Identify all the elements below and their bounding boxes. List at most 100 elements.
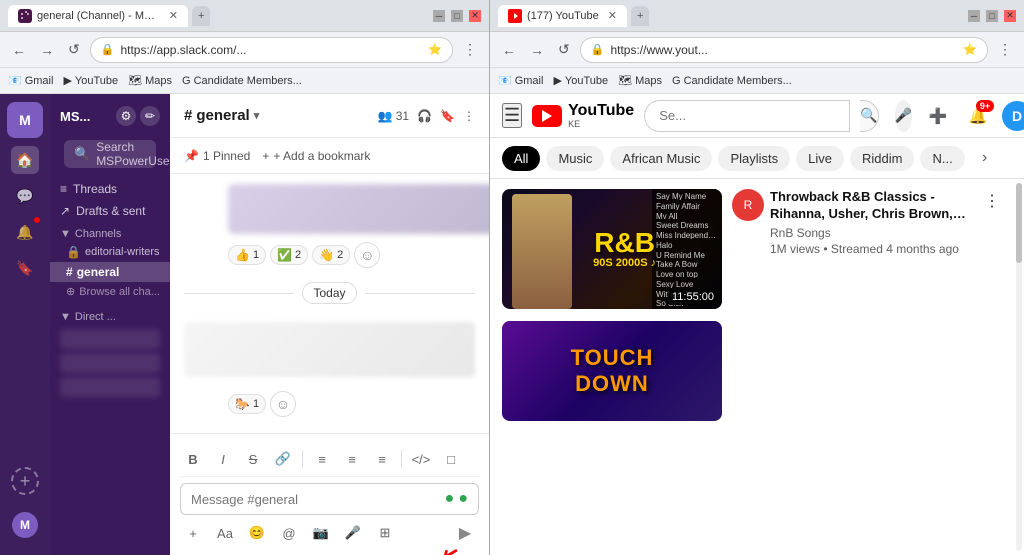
right-extensions-btn[interactable]: ⋮ <box>994 39 1016 60</box>
yt-cat-more-label[interactable]: N... <box>920 146 964 171</box>
right-address-bar[interactable]: 🔒 https://www.yout... ⭐ <box>580 37 988 63</box>
add-bookmark-item[interactable]: + + Add a bookmark <box>262 149 370 163</box>
left-address-bar[interactable]: 🔒 https://app.slack.com/... ⭐ <box>90 37 453 63</box>
audio-btn[interactable]: 🎤 <box>340 520 366 546</box>
slack-search-bar[interactable]: 🔍 Search MSPowerUser <box>64 140 156 168</box>
add-reaction-btn-2[interactable]: ☺ <box>270 391 296 417</box>
pinned-item[interactable]: 📌 1 Pinned <box>184 149 250 163</box>
left-minimize-btn[interactable]: ─ <box>433 10 445 22</box>
blockquote-btn[interactable]: □ <box>438 446 464 472</box>
right-refresh-btn[interactable]: ↺ <box>554 39 574 60</box>
italic-btn[interactable]: I <box>210 446 236 472</box>
left-back-btn[interactable]: ← <box>8 40 30 60</box>
indent-btn[interactable]: ≡ <box>369 446 395 472</box>
yt-notifications-btn[interactable]: 🔔 9+ <box>962 100 994 132</box>
member-count-item[interactable]: 👥 31 <box>378 109 409 123</box>
add-reaction-btn[interactable]: ☺ <box>354 242 380 268</box>
video-channel-1[interactable]: RnB Songs <box>770 226 976 240</box>
right-tab-close[interactable]: ✕ <box>608 9 617 22</box>
unordered-list-btn[interactable]: ≡ <box>339 446 365 472</box>
yt-search-input[interactable] <box>659 108 835 123</box>
reaction-thumbsup[interactable]: 👍 1 <box>228 245 266 265</box>
left-bookmark-candidate[interactable]: G Candidate Members... <box>182 75 302 87</box>
bold-btn[interactable]: B <box>180 446 206 472</box>
video-thumbnail-1[interactable]: Say My Name Family Affair My All Sweet D… <box>502 189 722 309</box>
rail-bookmarks-icon[interactable]: 🔖 <box>11 254 39 282</box>
video-thumbnail-2[interactable]: TOUCH DOWN <box>502 321 722 421</box>
yt-search-btn[interactable]: 🔍 <box>860 100 878 132</box>
yt-mic-btn[interactable]: 🎤 <box>895 100 912 132</box>
left-extensions-btn[interactable]: ⋮ <box>459 39 481 60</box>
text-btn[interactable]: Aa <box>212 520 238 546</box>
sidebar-channel-general[interactable]: # general <box>50 262 170 282</box>
right-maximize-btn[interactable]: □ <box>986 10 998 22</box>
yt-cat-chevron[interactable]: › <box>971 144 999 172</box>
send-btn[interactable]: ▶ <box>451 519 479 547</box>
reaction-check[interactable]: ✅ 2 <box>270 245 308 265</box>
right-active-tab[interactable]: (177) YouTube ✕ <box>498 5 627 27</box>
bookmark-channel-item[interactable]: 🔖 <box>440 109 455 123</box>
sidebar-compose-btn[interactable]: ✏ <box>140 106 160 126</box>
left-refresh-btn[interactable]: ↺ <box>64 39 84 60</box>
yt-menu-btn[interactable]: ☰ <box>502 103 522 128</box>
left-bookmark-gmail[interactable]: 📧 Gmail <box>8 74 53 87</box>
yt-cat-all[interactable]: All <box>502 146 540 171</box>
left-new-tab[interactable]: + <box>192 6 210 26</box>
right-bookmark-candidate[interactable]: G Candidate Members... <box>672 75 792 87</box>
channel-avatar-1[interactable]: R <box>732 189 764 221</box>
user-avatar-icon[interactable]: M <box>11 511 39 539</box>
right-bookmark-youtube[interactable]: ▶ YouTube <box>553 74 608 87</box>
message-input-field[interactable] <box>191 492 439 507</box>
right-bookmark-gmail[interactable]: 📧 Gmail <box>498 74 543 87</box>
plus-btn[interactable]: + <box>180 520 206 546</box>
left-bookmark-maps[interactable]: 🗺 Maps <box>128 74 172 87</box>
rail-mentions-icon[interactable]: 🔔 <box>11 218 39 246</box>
sidebar-channel-editorial[interactable]: 🔒 editorial-writers <box>50 242 170 262</box>
rail-messages-icon[interactable]: 💬 <box>11 182 39 210</box>
yt-scrollbar-thumb[interactable] <box>1016 183 1022 263</box>
yt-scrollbar-track[interactable] <box>1016 183 1022 551</box>
left-close-btn[interactable]: ✕ <box>469 10 481 22</box>
sidebar-browse-channels[interactable]: ⊕ Browse all cha... <box>50 282 170 301</box>
right-new-tab[interactable]: + <box>631 6 649 26</box>
reaction-horse[interactable]: 🐎 1 <box>228 394 266 414</box>
message-input-box[interactable]: ● ● <box>180 483 479 515</box>
yt-cat-playlists[interactable]: Playlists <box>718 146 790 171</box>
add-workspace-btn[interactable]: + <box>11 467 39 495</box>
yt-cat-riddim[interactable]: Riddim <box>850 146 914 171</box>
shortcuts-btn[interactable]: ⊞ <box>372 520 398 546</box>
huddle-item[interactable]: 🎧 <box>417 109 432 123</box>
sidebar-item-threads[interactable]: ≡ Threads <box>50 178 170 200</box>
yt-logo[interactable]: YouTube KE <box>532 103 634 129</box>
direct-section-header[interactable]: ▼ Direct ... <box>50 305 170 325</box>
yt-cat-african-music[interactable]: African Music <box>610 146 712 171</box>
right-bookmark-maps[interactable]: 🗺 Maps <box>618 74 662 87</box>
sidebar-filter-btn[interactable]: ⚙ <box>116 106 136 126</box>
strikethrough-btn[interactable]: S <box>240 446 266 472</box>
sidebar-item-drafts[interactable]: ↗ Drafts & sent <box>50 200 170 222</box>
video-more-btn-1[interactable]: ⋮ <box>982 189 1002 213</box>
date-badge[interactable]: Today <box>302 282 356 304</box>
yt-search-bar[interactable] <box>644 100 850 132</box>
left-forward-btn[interactable]: → <box>36 40 58 60</box>
video-title-1[interactable]: Throwback R&B Classics - Rihanna, Usher,… <box>770 189 976 223</box>
chevron-down-icon[interactable]: ▾ <box>254 109 260 122</box>
link-btn[interactable]: 🔗 <box>270 446 296 472</box>
channels-section-header[interactable]: ▼ Channels <box>50 222 170 242</box>
right-forward-btn[interactable]: → <box>526 40 548 60</box>
workspace-icon[interactable]: M <box>7 102 43 138</box>
emoji-btn[interactable]: 😊 <box>244 520 270 546</box>
right-close-btn[interactable]: ✕ <box>1004 10 1016 22</box>
code-btn[interactable]: </> <box>408 446 434 472</box>
left-active-tab[interactable]: general (Channel) - MSPowerU... ✕ <box>8 5 188 27</box>
left-bookmark-youtube[interactable]: ▶ YouTube <box>63 74 118 87</box>
more-channel-item[interactable]: ⋮ <box>463 109 475 123</box>
yt-cat-music[interactable]: Music <box>546 146 604 171</box>
reaction-wave[interactable]: 👋 2 <box>312 245 350 265</box>
left-tab-close[interactable]: ✕ <box>169 9 178 22</box>
yt-cat-live[interactable]: Live <box>796 146 844 171</box>
mention-btn[interactable]: @ <box>276 520 302 546</box>
rail-home-icon[interactable]: 🏠 <box>11 146 39 174</box>
right-back-btn[interactable]: ← <box>498 40 520 60</box>
video-btn[interactable]: 📷 <box>308 520 334 546</box>
